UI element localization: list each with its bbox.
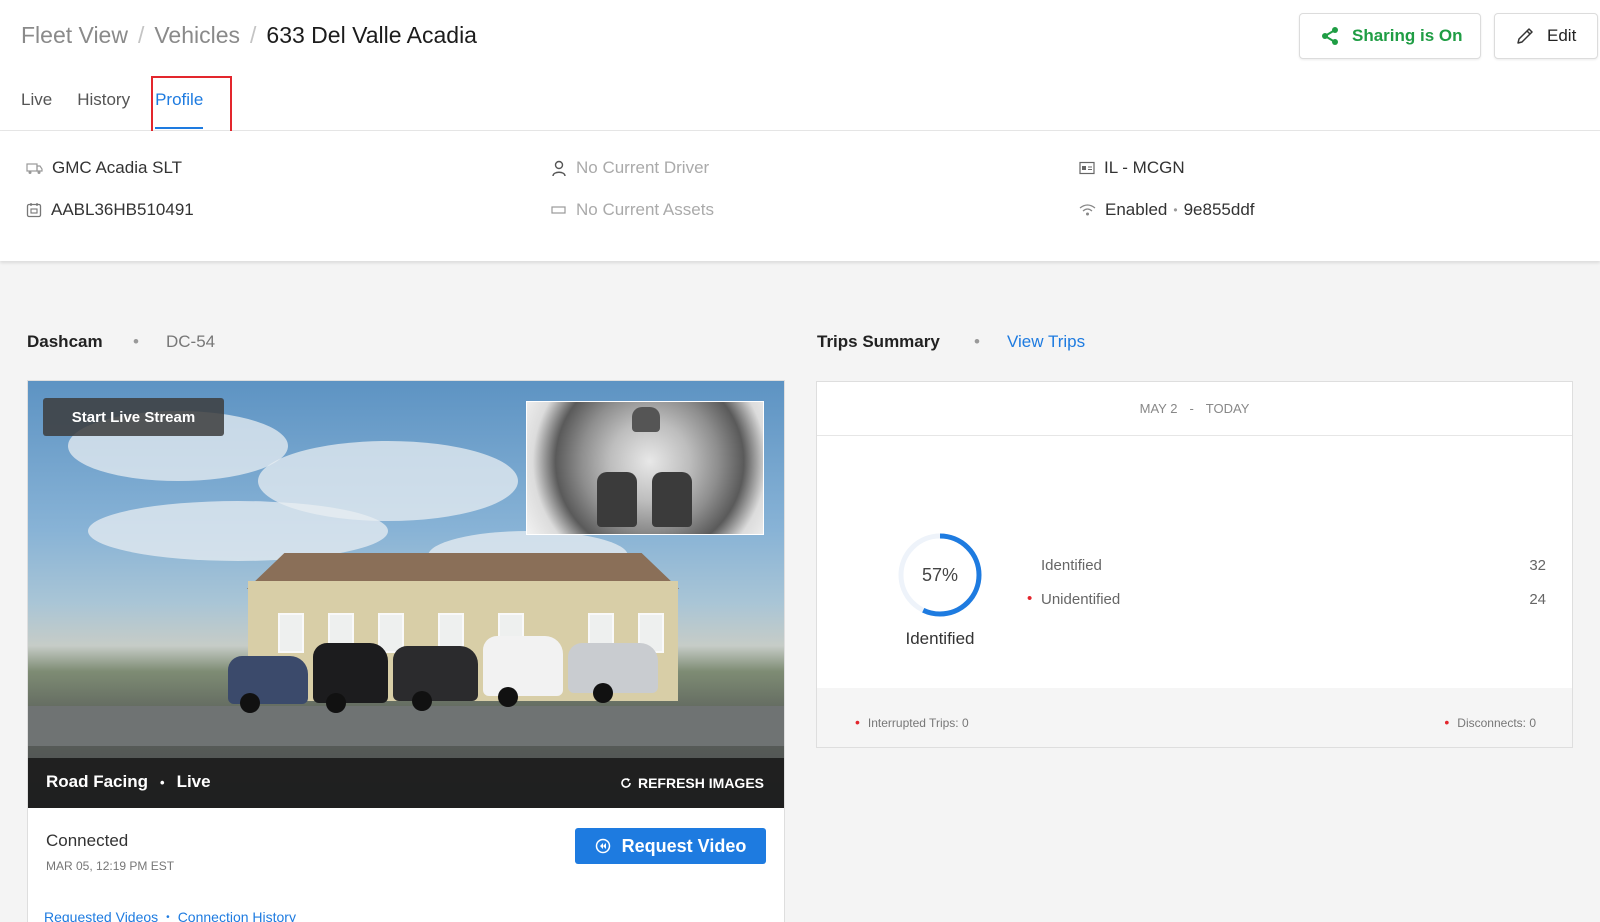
sharing-label: Sharing is On: [1352, 26, 1463, 45]
live-label: Live: [176, 772, 211, 791]
disconnects: • Disconnects: 0: [1444, 714, 1536, 730]
donut-caption: Identified: [905, 629, 975, 648]
date-range-separator: -: [1189, 401, 1194, 416]
dashcam-links: Requested Videos • Connection History: [44, 909, 296, 922]
legend-unidentified: • Unidentified 24: [1027, 590, 1546, 608]
vehicle-model-text: GMC Acadia SLT: [52, 158, 183, 177]
trips-footer: • Interrupted Trips: 0 • Disconnects: 0: [817, 688, 1572, 747]
current-driver-text: No Current Driver: [576, 158, 710, 177]
road-facing-image: Start Live Stream Road Facing • Live REF…: [28, 381, 784, 808]
date-range: MAY 2 - TODAY: [817, 382, 1572, 436]
identified-count: 32: [1529, 557, 1546, 574]
trips-summary-card: MAY 2 - TODAY 57% Identified Identified …: [816, 381, 1573, 748]
vehicle-model: GMC Acadia SLT: [26, 158, 182, 178]
identified-label: Identified: [1041, 557, 1102, 574]
breadcrumb-fleet-view[interactable]: Fleet View: [21, 22, 128, 49]
alert-dot-icon: •: [1444, 714, 1450, 730]
identified-donut-chart: 57%: [894, 529, 986, 621]
date-range-end: TODAY: [1205, 401, 1250, 416]
trips-summary-title: Trips Summary: [817, 332, 940, 351]
tab-history[interactable]: History: [77, 90, 130, 110]
refresh-icon: [621, 778, 631, 788]
driver-facing-image: [526, 401, 764, 535]
page-header: Fleet View / Vehicles / 633 Del Valle Ac…: [0, 0, 1600, 134]
separator-dot: •: [160, 774, 165, 790]
unidentified-label: Unidentified: [1041, 591, 1121, 608]
disconnects-text: Disconnects: 0: [1457, 716, 1536, 730]
edit-label: Edit: [1547, 26, 1577, 45]
license-plate-text: IL - MCGN: [1104, 158, 1185, 177]
date-range-start: MAY 2: [1139, 401, 1178, 416]
view-trips-link[interactable]: View Trips: [1007, 332, 1085, 352]
unidentified-count: 24: [1529, 591, 1546, 608]
share-icon: [1322, 27, 1338, 45]
current-assets-text: No Current Assets: [576, 200, 714, 219]
vehicle-vin-text: AABL36HB510491: [51, 200, 194, 219]
pencil-icon: [1517, 28, 1533, 44]
current-assets: No Current Assets: [551, 200, 714, 220]
tab-live[interactable]: Live: [21, 90, 52, 110]
alert-dot-icon: •: [855, 714, 860, 730]
breadcrumb-vehicles[interactable]: Vehicles: [154, 22, 240, 49]
separator-dot: •: [166, 911, 170, 922]
separator-dot: •: [133, 332, 139, 351]
camera-view-label: Road Facing • Live: [46, 772, 211, 792]
request-video-button[interactable]: Request Video: [575, 828, 766, 864]
identified-percent: 57%: [921, 564, 959, 585]
trailer-icon: [551, 206, 566, 214]
interrupted-trips-text: Interrupted Trips: 0: [867, 716, 969, 730]
calendar-id-icon: [26, 203, 42, 218]
truck-icon: [26, 163, 43, 174]
connection-history-link[interactable]: Connection History: [178, 909, 296, 922]
breadcrumb-separator: /: [137, 22, 145, 48]
vehicle-vin: AABL36HB510491: [26, 200, 194, 220]
start-live-stream-button[interactable]: Start Live Stream: [43, 398, 224, 436]
page-title: 633 Del Valle Acadia: [266, 22, 477, 48]
requested-videos-link[interactable]: Requested Videos: [44, 909, 158, 922]
request-video-label: Request Video: [621, 835, 747, 856]
license-plate: IL - MCGN: [1079, 158, 1185, 178]
wifi-id-text: 9e855ddf: [1183, 200, 1255, 219]
video-rewind-icon: [595, 838, 610, 854]
breadcrumb: Fleet View / Vehicles / 633 Del Valle Ac…: [21, 22, 477, 49]
refresh-images-button[interactable]: REFRESH IMAGES: [620, 775, 764, 791]
wifi-status-text: Enabled: [1105, 200, 1168, 219]
connection-status: Connected: [46, 831, 129, 850]
id-card-icon: [1079, 161, 1095, 175]
dashcam-card: Start Live Stream Road Facing • Live REF…: [27, 380, 785, 922]
dashcam-title: Dashcam: [27, 332, 103, 351]
alert-dot-icon: •: [1027, 590, 1033, 607]
edit-button[interactable]: Edit: [1494, 13, 1598, 59]
dashcam-device-id: DC-54: [166, 332, 216, 351]
camera-status-bar: Road Facing • Live REFRESH IMAGES: [28, 758, 784, 808]
sharing-button[interactable]: Sharing is On: [1299, 13, 1481, 59]
breadcrumb-separator: /: [250, 22, 257, 48]
separator-dot: •: [974, 332, 980, 351]
legend-identified: Identified 32: [1041, 557, 1546, 574]
vehicle-info-panel: GMC Acadia SLT AABL36HB510491 No Current…: [0, 131, 1600, 261]
interrupted-trips: • Interrupted Trips: 0: [855, 714, 969, 730]
tab-highlight-box: [151, 76, 232, 134]
wifi-status: Enabled • 9e855ddf: [1079, 200, 1255, 220]
person-icon: [552, 160, 566, 176]
wifi-icon: [1079, 204, 1096, 216]
current-driver: No Current Driver: [551, 158, 709, 178]
connection-timestamp: MAR 05, 12:19 PM EST: [46, 859, 175, 873]
road-facing-label: Road Facing: [46, 772, 149, 791]
refresh-images-label: REFRESH IMAGES: [637, 775, 764, 791]
separator-dot: •: [1173, 203, 1178, 217]
